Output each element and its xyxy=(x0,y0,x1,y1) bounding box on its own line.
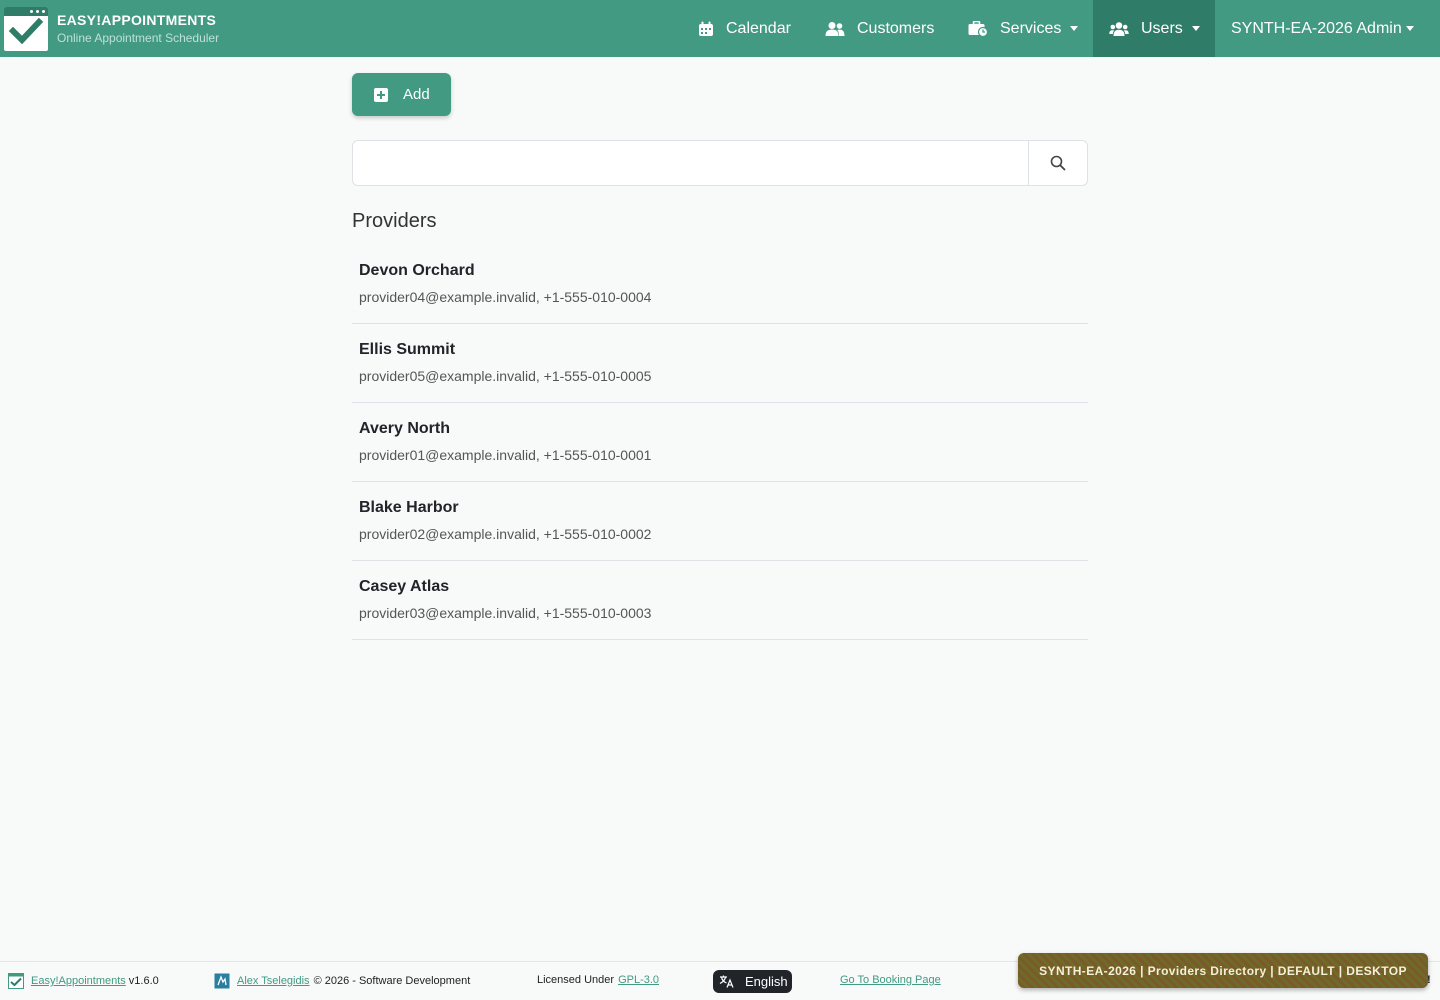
chevron-down-icon xyxy=(1070,26,1079,31)
author-logo-icon xyxy=(214,973,230,989)
booking-page-link[interactable]: Go To Booking Page xyxy=(840,974,941,986)
calendar-icon xyxy=(699,21,713,36)
nav-customers[interactable]: Customers xyxy=(825,0,934,57)
nav-customers-label: Customers xyxy=(857,19,935,37)
list-item[interactable]: Ellis Summit provider05@example.invalid,… xyxy=(352,324,1088,403)
provider-info: provider04@example.invalid, +1-555-010-0… xyxy=(359,289,652,305)
search-group xyxy=(352,140,1088,186)
list-item[interactable]: Blake Harbor provider02@example.invalid,… xyxy=(352,482,1088,561)
providers-list: Devon Orchard provider04@example.invalid… xyxy=(352,245,1088,640)
nav-calendar[interactable]: Calendar xyxy=(698,0,791,57)
brand-title: EASY!APPOINTMENTS xyxy=(57,12,217,28)
provider-name: Casey Atlas xyxy=(359,578,450,595)
provider-info: provider05@example.invalid, +1-555-010-0… xyxy=(359,368,652,384)
chevron-down-icon xyxy=(1191,26,1200,31)
plus-square-icon xyxy=(374,87,388,102)
business-time-icon xyxy=(968,20,988,37)
section-title: Providers xyxy=(352,210,437,232)
search-input[interactable] xyxy=(352,140,1028,186)
list-item[interactable]: Casey Atlas provider03@example.invalid, … xyxy=(352,561,1088,640)
app-link[interactable]: Easy!Appointments xyxy=(31,975,126,987)
list-item[interactable]: Avery North provider01@example.invalid, … xyxy=(352,403,1088,482)
copyright-text: © 2026 - Software Development xyxy=(313,975,471,987)
admin-menu-label: SYNTH-EA-2026 Admin xyxy=(1231,19,1402,37)
logo-icon xyxy=(4,6,48,51)
environment-banner: SYNTH-EA-2026 | Providers Directory | DE… xyxy=(1018,953,1428,988)
nav-services-label: Services xyxy=(1000,19,1062,37)
language-selector[interactable]: English xyxy=(713,970,792,993)
license-link[interactable]: GPL-3.0 xyxy=(618,974,659,986)
language-label: English xyxy=(745,974,788,989)
nav-users[interactable]: Users xyxy=(1093,0,1215,57)
provider-name: Avery North xyxy=(359,420,450,437)
provider-name: Blake Harbor xyxy=(359,499,459,516)
add-button-label: Add xyxy=(403,86,430,103)
provider-info: provider02@example.invalid, +1-555-010-0… xyxy=(359,526,652,542)
license-text: Licensed Under xyxy=(537,974,615,986)
provider-info: provider01@example.invalid, +1-555-010-0… xyxy=(359,447,652,463)
language-icon xyxy=(719,975,734,988)
nav-calendar-label: Calendar xyxy=(726,19,791,37)
brand[interactable]: EASY!APPOINTMENTS Online Appointment Sch… xyxy=(0,0,219,57)
search-icon xyxy=(1050,155,1066,171)
nav-users-label: Users xyxy=(1141,19,1183,37)
logo-icon xyxy=(8,973,24,989)
list-item[interactable]: Devon Orchard provider04@example.invalid… xyxy=(352,245,1088,324)
brand-subtitle: Online Appointment Scheduler xyxy=(57,31,220,45)
users-icon xyxy=(825,21,845,36)
add-provider-button[interactable]: Add xyxy=(352,73,451,116)
app-version: v1.6.0 xyxy=(128,975,159,987)
provider-name: Ellis Summit xyxy=(359,341,456,358)
search-button[interactable] xyxy=(1028,140,1088,186)
author-link[interactable]: Alex Tselegidis xyxy=(237,975,310,987)
nav-admin-menu[interactable]: SYNTH-EA-2026 Admin xyxy=(1231,0,1414,57)
users-cog-icon xyxy=(1109,21,1129,36)
provider-info: provider03@example.invalid, +1-555-010-0… xyxy=(359,605,652,621)
chevron-down-icon xyxy=(1405,26,1414,31)
top-navbar: EASY!APPOINTMENTS Online Appointment Sch… xyxy=(0,0,1440,57)
nav-services[interactable]: Services xyxy=(968,0,1079,57)
provider-name: Devon Orchard xyxy=(359,262,475,279)
